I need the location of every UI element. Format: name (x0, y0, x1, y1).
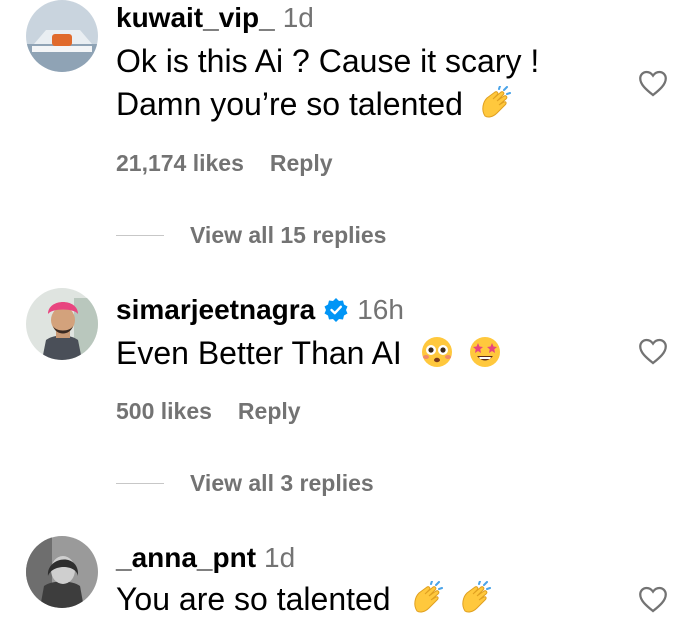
comment-meta: 21,174 likes Reply (116, 150, 333, 177)
comment-text-content: You are so talented (116, 581, 391, 617)
replies-divider (116, 235, 164, 236)
comment-anna-pnt: _anna_pnt 1d You are so talented (0, 536, 696, 634)
avatar[interactable] (26, 0, 98, 72)
heart-outline-icon[interactable] (636, 66, 670, 100)
verified-badge-icon (323, 297, 349, 323)
clapping-hands-emoji-icon (409, 580, 443, 615)
avatar[interactable] (26, 536, 98, 608)
heart-outline-icon[interactable] (636, 334, 670, 368)
likes-count[interactable]: 21,174 likes (116, 150, 244, 176)
timestamp: 1d (282, 2, 314, 33)
comment-text: Ok is this Ai ? Cause it scary ! Damn yo… (116, 40, 539, 126)
comment-meta: 500 likes Reply (116, 398, 301, 425)
view-replies-label[interactable]: View all 3 replies (190, 470, 374, 497)
heart-outline-icon[interactable] (636, 582, 670, 616)
clapping-hands-emoji-icon (457, 580, 491, 615)
comment-text-content: Even Better Than AI (116, 335, 402, 371)
timestamp: 16h (357, 294, 404, 325)
comment-text-line-1: Ok is this Ai ? Cause it scary ! (116, 43, 540, 79)
view-replies-label[interactable]: View all 15 replies (190, 222, 386, 249)
comment-text: You are so talented (116, 578, 491, 621)
star-struck-emoji-icon (468, 335, 502, 369)
username[interactable]: kuwait_vip_ (116, 2, 275, 34)
reply-button[interactable]: Reply (270, 150, 333, 176)
avatar[interactable] (26, 288, 98, 360)
comment-header: simarjeetnagra 16h (116, 294, 404, 326)
comment-kuwait-vip: kuwait_vip_ 1d Ok is this Ai ? Cause it … (0, 0, 696, 260)
username[interactable]: _anna_pnt (116, 542, 256, 574)
comment-text: Even Better Than AI (116, 332, 502, 375)
clapping-hands-emoji-icon (477, 85, 511, 120)
replies-divider (116, 483, 164, 484)
view-replies[interactable]: View all 3 replies (116, 470, 374, 497)
username[interactable]: simarjeetnagra (116, 294, 315, 326)
comment-text-line-2: Damn you’re so talented (116, 83, 539, 126)
reply-button[interactable]: Reply (238, 398, 301, 424)
comment-header: _anna_pnt 1d (116, 542, 295, 574)
comment-header: kuwait_vip_ 1d (116, 2, 314, 34)
comment-text-line-2-text: Damn you’re so talented (116, 86, 463, 122)
flushed-face-emoji-icon (420, 335, 454, 369)
view-replies[interactable]: View all 15 replies (116, 222, 386, 249)
comment-simarjeetnagra: simarjeetnagra 16h Even Better Than AI 5… (0, 288, 696, 508)
timestamp: 1d (264, 542, 296, 573)
likes-count[interactable]: 500 likes (116, 398, 212, 424)
